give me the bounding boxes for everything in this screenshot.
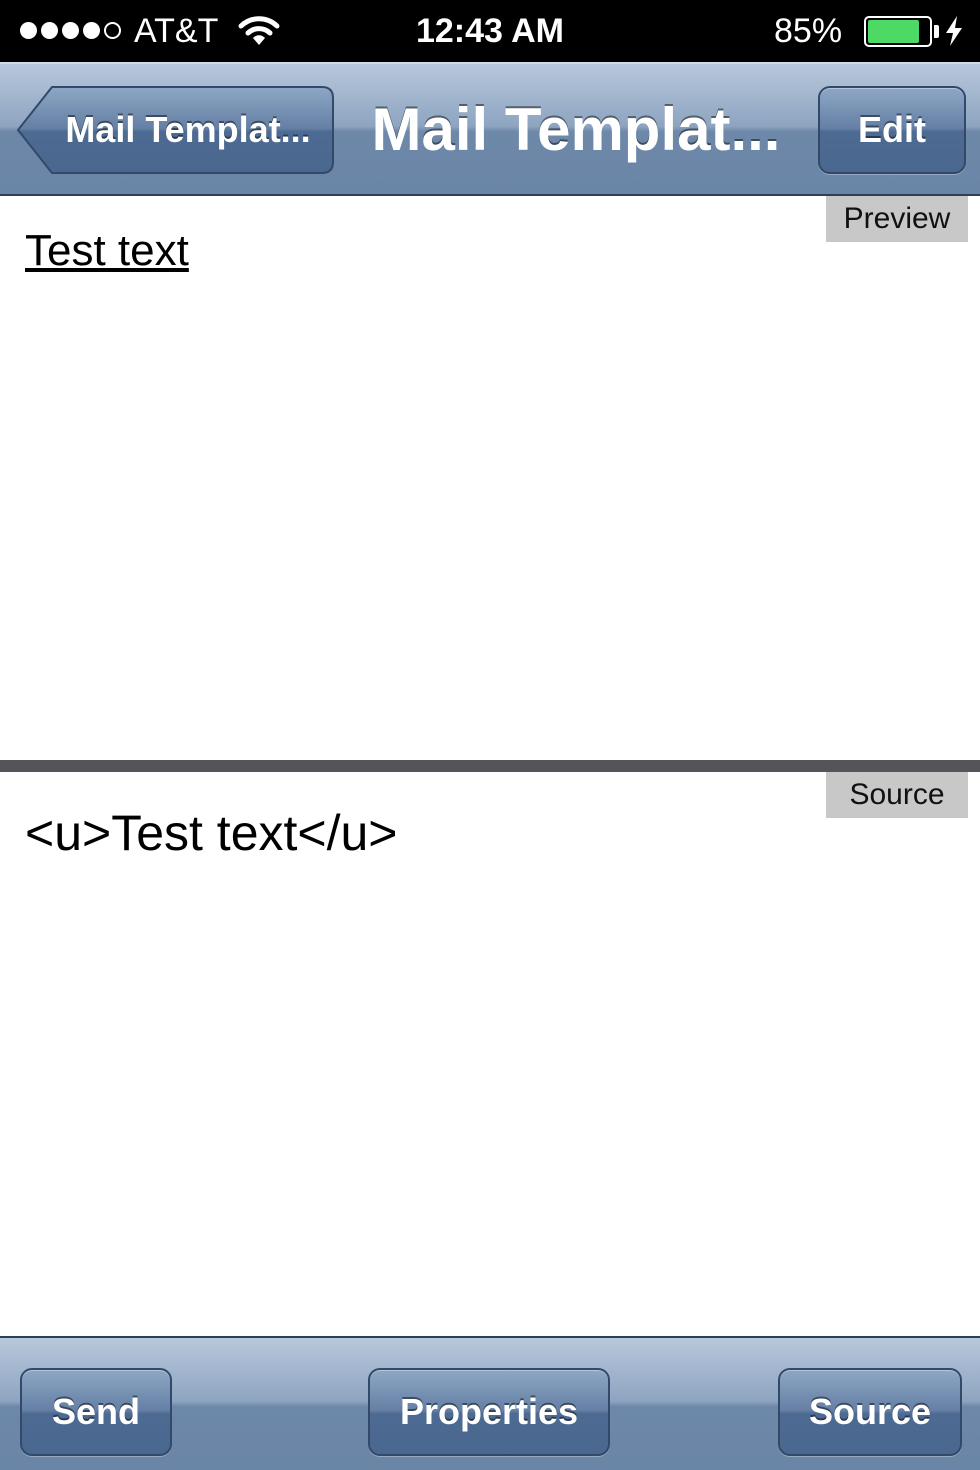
source-content[interactable]: <u>Test text</u> [25,804,398,862]
navigation-bar: Mail Templat... Mail Templat... Edit [0,62,980,196]
source-tag: Source [826,772,968,818]
pane-divider[interactable] [0,760,980,772]
status-bar: AT&T 12:43 AM 85% [0,0,980,62]
preview-content: Test text [25,226,189,275]
edit-button[interactable]: Edit [818,86,966,174]
source-pane[interactable]: Source <u>Test text</u> [0,772,980,1336]
preview-pane: Preview Test text [0,196,980,760]
back-button[interactable]: Mail Templat... [16,86,334,174]
preview-tag: Preview [826,196,968,242]
battery-percent: 85% [774,12,843,50]
bottom-toolbar: Send Properties Source [0,1336,980,1470]
battery-level [868,20,919,43]
battery-icon [864,16,932,47]
battery-nub [934,25,939,38]
send-button[interactable]: Send [20,1368,172,1456]
back-button-label: Mail Templat... [65,109,311,150]
lightning-bolt-icon [946,16,962,46]
page-title: Mail Templat... [371,96,781,163]
source-button[interactable]: Source [778,1368,962,1456]
properties-button[interactable]: Properties [368,1368,610,1456]
